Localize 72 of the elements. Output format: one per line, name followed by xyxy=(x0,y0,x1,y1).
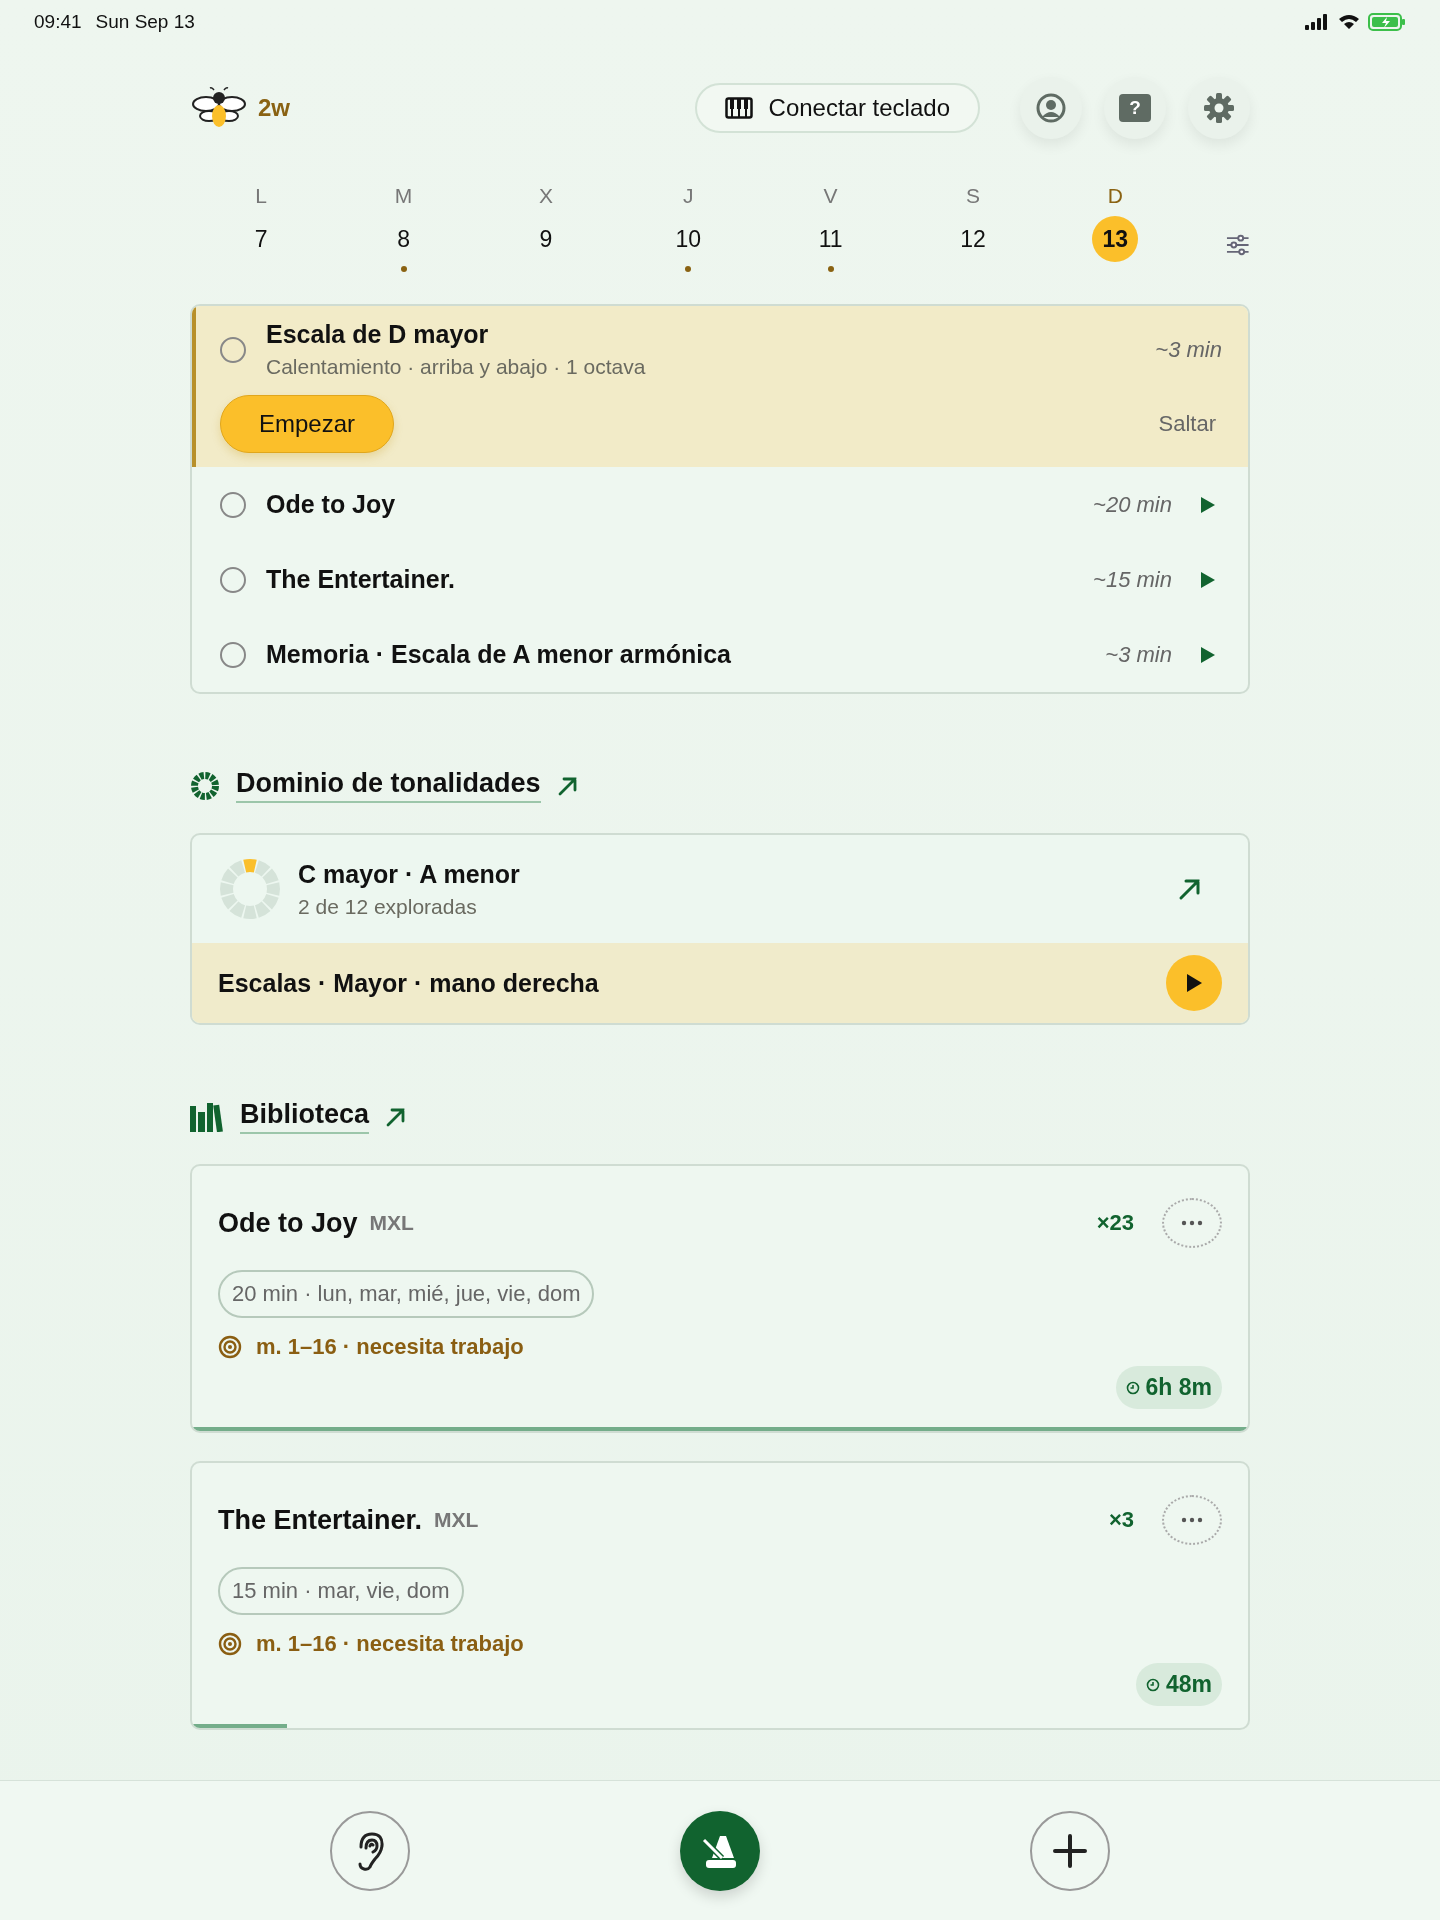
plus-icon xyxy=(1052,1832,1088,1869)
section-link[interactable]: Dominio de tonalidades xyxy=(236,768,541,803)
task-title: Memoria · Escala de A menor armónica xyxy=(266,640,731,669)
play-icon[interactable] xyxy=(1200,645,1216,664)
day-tab[interactable]: X 9 xyxy=(474,184,618,272)
task-title: Ode to Joy xyxy=(266,490,396,519)
schedule-chip: 15 min · mar, vie, dom xyxy=(218,1567,464,1615)
exercise-label: Escalas · Mayor · mano derecha xyxy=(218,968,599,998)
practice-time-badge: 6h 8m xyxy=(1115,1366,1222,1409)
task-duration: ~20 min xyxy=(1093,491,1172,518)
day-tab[interactable]: S 12 xyxy=(901,184,1045,272)
focus-label: m. 1–16 · necesita trabajo xyxy=(256,1334,524,1360)
status-time: 09:41 xyxy=(34,11,82,33)
task-checkbox[interactable] xyxy=(220,566,246,593)
connect-keyboard-button[interactable]: Conectar teclado xyxy=(694,83,980,133)
books-icon xyxy=(190,1101,224,1132)
play-count: ×3 xyxy=(1108,1507,1134,1533)
focus-label: m. 1–16 · necesita trabajo xyxy=(256,1631,524,1657)
task-title: Escala de D mayor xyxy=(266,320,490,349)
skip-button[interactable]: Saltar xyxy=(1152,410,1222,438)
ring-icon xyxy=(190,770,220,801)
day-tab[interactable]: L 7 xyxy=(190,184,333,272)
play-count: ×23 xyxy=(1096,1210,1134,1236)
filter-sliders-icon[interactable] xyxy=(1224,234,1251,256)
task-duration: ~3 min xyxy=(1105,641,1172,668)
key-title: C mayor · A menor xyxy=(298,859,520,889)
help-button[interactable]: ? xyxy=(1104,77,1166,139)
play-icon[interactable] xyxy=(1200,570,1216,589)
piano-keys-icon xyxy=(724,97,753,119)
play-icon[interactable] xyxy=(1200,495,1216,514)
task-title: The Entertainer. xyxy=(266,565,455,594)
add-button[interactable] xyxy=(1030,1810,1110,1891)
format-label: MXL xyxy=(369,1211,414,1235)
target-icon xyxy=(218,1632,242,1656)
task-checkbox[interactable] xyxy=(220,491,246,518)
task-duration: ~15 min xyxy=(1093,566,1172,593)
piece-title: The Entertainer. xyxy=(218,1504,423,1536)
day-tab[interactable]: M 8 xyxy=(332,184,475,272)
person-icon xyxy=(1035,92,1067,124)
signal-icon xyxy=(1304,14,1330,30)
metronome-button[interactable] xyxy=(680,1810,760,1891)
start-button[interactable]: Empezar xyxy=(220,395,395,453)
section-link[interactable]: Biblioteca xyxy=(240,1099,370,1134)
task-duration: ~3 min xyxy=(1155,336,1222,363)
play-icon xyxy=(1184,973,1203,993)
key-mastery-card[interactable]: C mayor · A menor 2 de 12 exploradas Escalas · Mayor · mano derecha xyxy=(190,833,1250,1025)
streak-label: 2w xyxy=(258,94,290,122)
help-bubble-icon: ? xyxy=(1119,94,1151,122)
day-tab[interactable]: V 11 xyxy=(759,184,902,272)
arrow-up-right-icon[interactable] xyxy=(1178,877,1202,901)
play-button[interactable] xyxy=(1166,955,1222,1011)
format-label: MXL xyxy=(434,1508,479,1532)
library-card[interactable]: Ode to Joy MXL ×23 20 min · lun, mar, mié, jue, vie, dom m. 1–16 · necesita trabajo 6h 8m xyxy=(190,1164,1250,1433)
firefly-logo-icon xyxy=(190,86,248,130)
wifi-icon xyxy=(1338,14,1360,30)
library-card[interactable]: The Entertainer. MXL ×3 15 min · mar, vie, dom m. 1–16 · necesita trabajo 48m xyxy=(190,1461,1250,1730)
practice-time-badge: 48m xyxy=(1135,1663,1222,1706)
gear-icon xyxy=(1202,91,1236,125)
key-progress: 2 de 12 exploradas xyxy=(298,894,478,919)
ear-button[interactable] xyxy=(330,1810,410,1891)
piece-title: Ode to Joy xyxy=(218,1207,358,1239)
day-tab[interactable]: D 13 xyxy=(1044,184,1187,272)
more-icon xyxy=(1181,1220,1203,1226)
task-subtitle: Calentamiento · arriba y abajo · 1 octava xyxy=(266,355,646,379)
battery-icon xyxy=(1368,13,1406,31)
status-date: Sun Sep 13 xyxy=(95,11,195,33)
target-icon xyxy=(218,1335,242,1359)
more-icon xyxy=(1181,1517,1203,1523)
task-checkbox[interactable] xyxy=(220,641,246,668)
task-checkbox[interactable] xyxy=(220,336,246,363)
day-tab[interactable]: J 10 xyxy=(617,184,760,272)
schedule-chip: 20 min · lun, mar, mié, jue, vie, dom xyxy=(218,1270,595,1318)
